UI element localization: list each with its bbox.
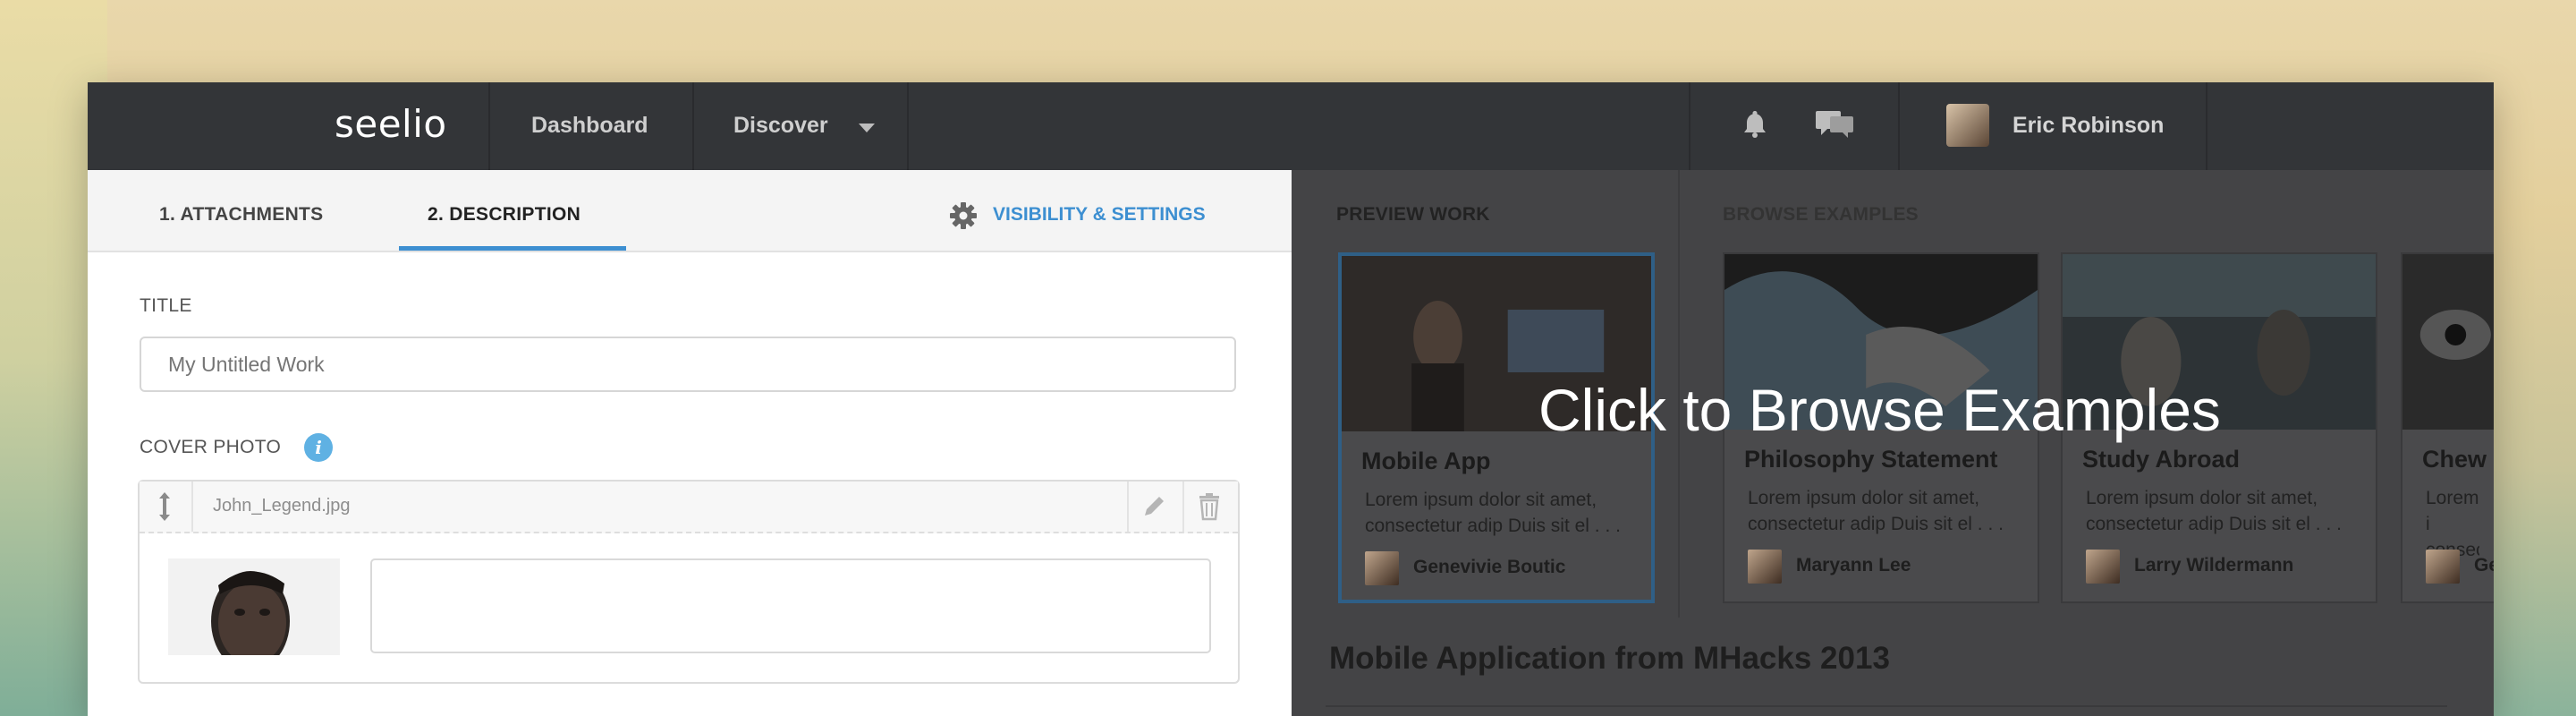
drag-handle-icon[interactable] [156, 490, 174, 523]
nav-divider [488, 82, 490, 170]
toolbar-divider [1182, 482, 1184, 532]
editor-panel: 1. ATTACHMENTS 2. DESCRIPTION VISIBILITY… [88, 170, 1292, 716]
seelio-logo[interactable]: seelio [335, 102, 447, 146]
example-card[interactable]: Chew Lorem i consect Ge [2401, 252, 2494, 603]
visibility-settings-label: VISIBILITY & SETTINGS [993, 204, 1206, 225]
bell-icon[interactable] [1737, 106, 1773, 141]
cover-filename: John_Legend.jpg [213, 496, 351, 516]
toolbar-divider [191, 482, 193, 532]
active-tab-indicator [399, 246, 626, 251]
cover-photo-box: John_Legend.jpg [138, 480, 1240, 684]
cover-photo-thumbnail[interactable] [168, 558, 340, 655]
preview-work-label: PREVIEW WORK [1336, 204, 1490, 225]
nav-discover-link[interactable]: Discover [733, 113, 828, 139]
nav-divider [692, 82, 694, 170]
card-title: Philosophy Statement [1744, 446, 1998, 473]
card-title: Chew [2422, 446, 2487, 473]
gear-icon [950, 202, 977, 229]
card-title: Mobile App [1361, 448, 1491, 474]
pencil-icon[interactable] [1140, 492, 1168, 521]
nav-divider [907, 82, 909, 170]
author-avatar [1748, 550, 1782, 584]
toolbar-divider [1127, 482, 1129, 532]
trash-icon[interactable] [1195, 490, 1224, 523]
browse-examples-label: BROWSE EXAMPLES [1723, 204, 1919, 225]
chevron-down-icon[interactable] [859, 124, 875, 132]
nav-divider [1689, 82, 1690, 170]
top-navigation: seelio Dashboard Discover Eric Robinson [88, 82, 2494, 170]
card-description: Lorem ipsum dolor sit amet, consectetur … [1748, 488, 2004, 534]
author-avatar [2426, 550, 2460, 584]
chat-icon[interactable] [1814, 106, 1855, 141]
card-author: Larry Wildermann [2134, 555, 2294, 575]
author-avatar [1365, 551, 1399, 585]
card-author: Maryann Lee [1796, 555, 1911, 575]
portrait-image [168, 558, 340, 655]
title-input[interactable] [140, 337, 1236, 392]
card-author: Ge [2474, 555, 2494, 575]
preview-bottom-divider [1326, 705, 2447, 716]
nav-divider [2206, 82, 2207, 170]
author-avatar [2086, 550, 2120, 584]
nav-dashboard-link[interactable]: Dashboard [531, 113, 648, 139]
nav-divider [1898, 82, 1900, 170]
title-label: TITLE [140, 295, 192, 316]
card-author: Genevivie Boutic [1413, 557, 1566, 577]
editor-tabs: 1. ATTACHMENTS 2. DESCRIPTION VISIBILITY… [88, 170, 1292, 252]
info-icon[interactable]: i [304, 433, 333, 462]
user-name[interactable]: Eric Robinson [2012, 113, 2164, 139]
card-description: Lorem ipsum dolor sit amet, consectetur … [1365, 490, 1621, 536]
cover-photo-label: COVER PHOTO [140, 437, 282, 457]
tab-description[interactable]: 2. DESCRIPTION [428, 204, 580, 226]
user-avatar[interactable] [1946, 104, 1989, 147]
card-image [2402, 254, 2494, 430]
card-title: Study Abroad [2082, 446, 2241, 473]
card-description: Lorem ipsum dolor sit amet, consectetur … [2086, 488, 2342, 534]
cover-photo-toolbar: John_Legend.jpg [140, 482, 1238, 533]
cover-caption-field[interactable] [370, 558, 1211, 653]
browse-examples-overlay[interactable]: Click to Browse Examples [1538, 376, 2221, 444]
project-title: Mobile Application from MHacks 2013 [1329, 641, 1890, 676]
tab-attachments[interactable]: 1. ATTACHMENTS [159, 204, 323, 226]
